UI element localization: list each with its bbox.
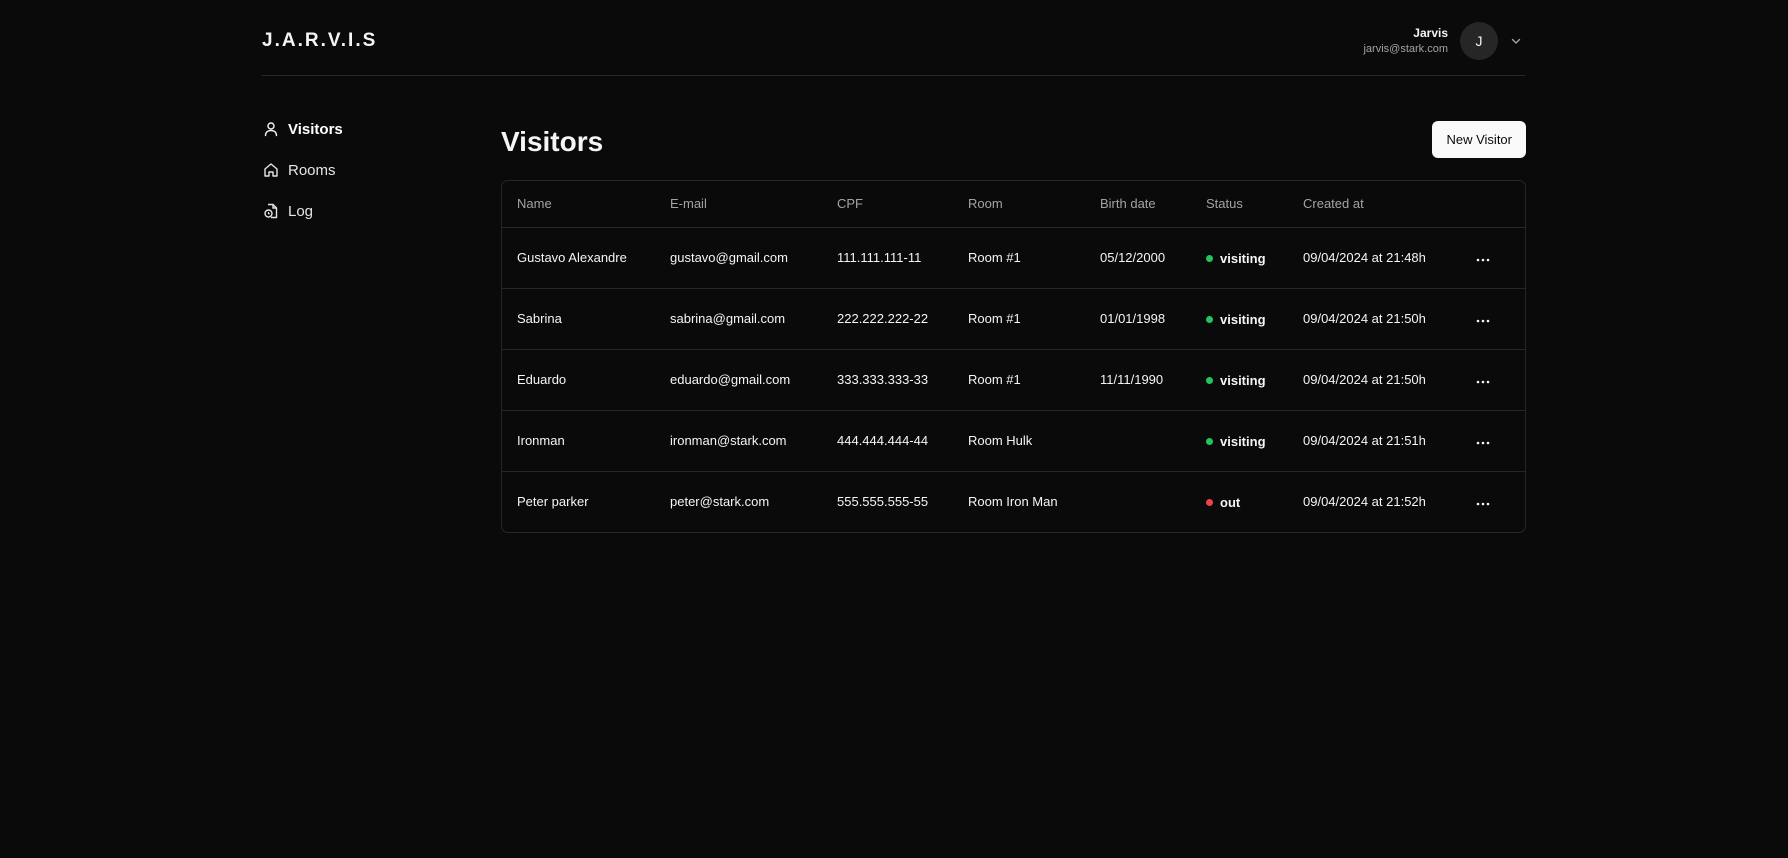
status-dot-visiting (1206, 315, 1213, 323)
ellipsis-icon[interactable] (1473, 502, 1493, 506)
column-header[interactable]: Room (953, 181, 1085, 228)
status-badge: visiting (1206, 434, 1266, 449)
cell-created-at: 09/04/2024 at 21:52h (1303, 494, 1426, 510)
sidebar-item-label: Log (288, 202, 314, 220)
cell-birth-date: 01/01/1998 (1085, 288, 1191, 350)
cell-actions (1458, 288, 1525, 350)
status-dot-visiting (1206, 437, 1213, 445)
status-badge: visiting (1206, 251, 1266, 266)
sidebar-item-label: Rooms (288, 161, 336, 179)
status-dot-out (1206, 498, 1213, 506)
cell-actions (1458, 471, 1525, 532)
sidebar: Visitors Rooms Log (262, 118, 462, 241)
status-label: visiting (1220, 372, 1266, 388)
status-label: visiting (1220, 250, 1266, 266)
user-name: Jarvis (1413, 26, 1448, 40)
app-logo[interactable]: J.A.R.V.I.S (262, 30, 377, 52)
cell-cpf: 111.111.111-11 (822, 227, 953, 289)
status-dot-visiting (1206, 376, 1213, 384)
cell-birth-date: 05/12/2000 (1085, 227, 1191, 289)
user-icon (262, 120, 280, 138)
user-info: Jarvis jarvis@stark.com (1363, 25, 1448, 57)
chevron-down-icon[interactable] (1506, 31, 1526, 51)
cell-name: Sabrina (502, 288, 655, 350)
cell-created-at: 09/04/2024 at 21:50h (1288, 349, 1458, 411)
ellipsis-icon[interactable] (1473, 380, 1493, 384)
cell-status: visiting (1191, 410, 1288, 472)
cell-cpf: 333.333.333-33 (822, 349, 953, 411)
cell-cpf: 444.444.444-44 (822, 410, 953, 472)
cell-status: visiting (1191, 288, 1288, 350)
status-label: visiting (1220, 433, 1266, 449)
table-row[interactable]: Gustavo Alexandre gustavo@gmail.com 111.… (502, 227, 1525, 289)
sidebar-item-label: Visitors (288, 120, 343, 138)
cell-created-at: 09/04/2024 at 21:51h (1288, 410, 1458, 472)
top-header: J.A.R.V.I.S Jarvis jarvis@stark.com J (262, 0, 1526, 76)
sidebar-item-visitors[interactable]: Visitors (262, 118, 462, 140)
cell-email: peter@stark.com (670, 494, 770, 510)
ellipsis-icon[interactable] (1473, 319, 1493, 323)
column-header-actions (1458, 181, 1525, 228)
cell-created-at: 09/04/2024 at 21:48h (1288, 227, 1458, 289)
cell-status: out (1191, 471, 1288, 532)
status-dot-visiting (1206, 254, 1213, 262)
page-title: Visitors (501, 126, 604, 157)
table-row[interactable]: Sabrina sabrina@gmail.com 222.222.222-22… (502, 288, 1525, 350)
cell-cpf: 555.555.555-55 (837, 494, 929, 510)
cell-birth-date (1085, 471, 1191, 532)
ellipsis-icon[interactable] (1473, 441, 1493, 445)
cell-name: Gustavo Alexandre (502, 227, 655, 289)
cell-actions (1458, 410, 1525, 472)
cell-actions (1458, 349, 1525, 411)
sidebar-item-rooms[interactable]: Rooms (262, 159, 462, 181)
column-header[interactable]: Status (1191, 181, 1288, 228)
column-header[interactable]: Name (502, 181, 655, 228)
cell-email: eduardo@gmail.com (655, 349, 822, 411)
status-badge: visiting (1206, 312, 1266, 327)
cell-room: Room Hulk (953, 410, 1085, 472)
status-badge: out (1206, 495, 1240, 510)
cell-created-at: 09/04/2024 at 21:50h (1288, 288, 1458, 350)
cell-room: Room #1 (953, 288, 1085, 350)
column-header[interactable]: Birth date (1085, 181, 1191, 228)
cell-room: Room #1 (953, 349, 1085, 411)
table-row[interactable]: Eduardo eduardo@gmail.com 333.333.333-33… (502, 349, 1525, 411)
table-row[interactable]: Peter parker peter@stark.com 555.555.555… (502, 471, 1525, 532)
cell-name: Eduardo (502, 349, 655, 411)
column-header[interactable]: E-mail (655, 181, 822, 228)
cell-email: gustavo@gmail.com (655, 227, 822, 289)
cell-birth-date: 11/11/1990 (1085, 349, 1191, 411)
cell-cpf: 222.222.222-22 (822, 288, 953, 350)
table-header-row: Name E-mail CPF Room Birth date Status C… (502, 181, 1525, 228)
table-row[interactable]: Ironman ironman@stark.com 444.444.444-44… (502, 410, 1525, 472)
status-label: visiting (1220, 311, 1266, 327)
cell-name: Peter parker (517, 494, 589, 510)
visitors-table: Name E-mail CPF Room Birth date Status C… (501, 180, 1526, 533)
new-visitor-button[interactable]: New Visitor (1432, 121, 1526, 158)
cell-room: Room Iron Man (968, 494, 1058, 510)
sidebar-item-log[interactable]: Log (262, 200, 462, 222)
cell-actions (1458, 227, 1525, 289)
cell-status: visiting (1191, 349, 1288, 411)
file-clock-icon (262, 202, 280, 220)
status-badge: visiting (1206, 373, 1266, 388)
cell-room: Room #1 (953, 227, 1085, 289)
home-icon (262, 161, 280, 179)
cell-email: sabrina@gmail.com (655, 288, 822, 350)
cell-birth-date (1085, 410, 1191, 472)
ellipsis-icon[interactable] (1473, 258, 1493, 262)
column-header[interactable]: CPF (822, 181, 953, 228)
avatar[interactable]: J (1460, 22, 1498, 60)
cell-name: Ironman (502, 410, 655, 472)
cell-status: visiting (1191, 227, 1288, 289)
cell-email: ironman@stark.com (655, 410, 822, 472)
user-menu[interactable]: Jarvis jarvis@stark.com J (1363, 22, 1526, 60)
status-label: out (1220, 494, 1241, 510)
column-header[interactable]: Created at (1288, 181, 1458, 228)
user-email: jarvis@stark.com (1363, 43, 1448, 55)
